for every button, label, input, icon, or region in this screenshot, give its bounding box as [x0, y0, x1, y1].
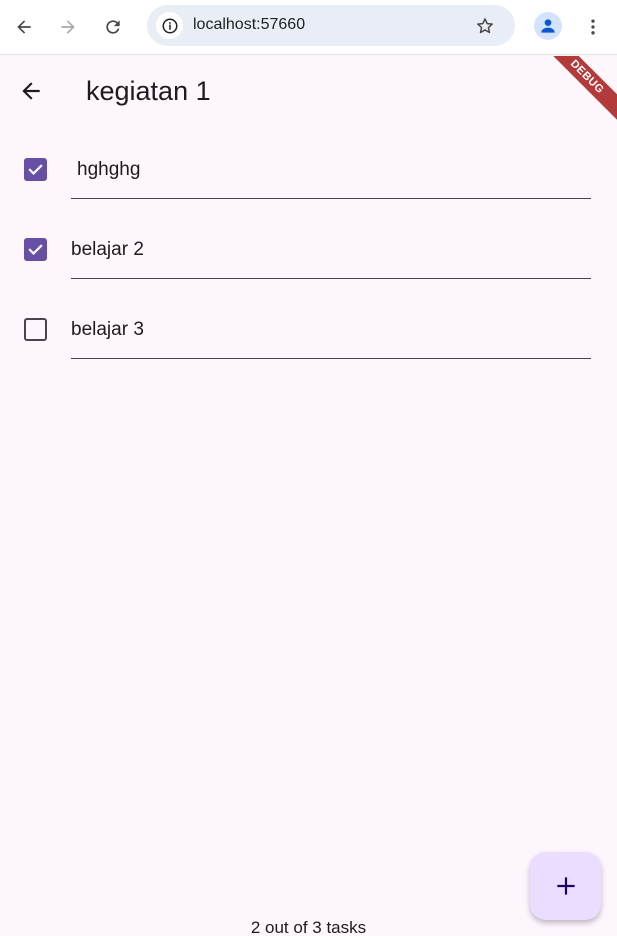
- task-checkbox[interactable]: [24, 318, 47, 341]
- address-bar[interactable]: localhost:57660: [147, 5, 515, 46]
- task-checkbox[interactable]: [24, 158, 47, 181]
- browser-menu-button[interactable]: [580, 12, 606, 42]
- arrow-forward-icon: [61, 20, 75, 34]
- url-text[interactable]: localhost:57660: [193, 16, 305, 34]
- arrow-back-icon: [22, 82, 40, 100]
- reload-icon: [106, 20, 120, 34]
- person-icon: [541, 19, 555, 33]
- browser-forward-button[interactable]: [53, 12, 83, 42]
- add-task-button[interactable]: [530, 852, 601, 920]
- info-icon: [162, 18, 177, 33]
- more-vert-icon: [591, 19, 595, 35]
- app-screen: DEBUG kegiatan 1 hghghg belajar 2 belajar …: [0, 56, 617, 936]
- site-info-button[interactable]: [156, 12, 183, 39]
- task-text-field[interactable]: hghghg: [77, 159, 140, 181]
- profile-button[interactable]: [534, 12, 562, 40]
- back-button[interactable]: [14, 74, 48, 108]
- task-checkbox[interactable]: [24, 238, 47, 261]
- star-icon: [477, 18, 493, 34]
- browser-back-button[interactable]: [9, 12, 39, 42]
- task-count-status: 2 out of 3 tasks: [250, 918, 367, 936]
- text-field-underline: [71, 198, 591, 199]
- arrow-back-icon: [17, 20, 31, 34]
- browser-reload-button[interactable]: [98, 12, 128, 42]
- check-icon: [28, 164, 43, 176]
- page-title: kegiatan 1: [86, 76, 211, 106]
- task-text-field[interactable]: belajar 3: [71, 319, 144, 341]
- task-text-field[interactable]: belajar 2: [71, 239, 144, 261]
- browser-toolbar: localhost:57660: [0, 0, 617, 55]
- task-row: belajar 3: [0, 300, 617, 370]
- plus-icon: [556, 877, 575, 895]
- text-field-underline: [71, 278, 591, 279]
- bookmark-button[interactable]: [472, 13, 498, 39]
- task-row: hghghg: [0, 140, 617, 210]
- task-row: belajar 2: [0, 220, 617, 290]
- app-bar: kegiatan 1: [0, 56, 617, 124]
- check-icon: [28, 244, 43, 256]
- text-field-underline: [71, 358, 591, 359]
